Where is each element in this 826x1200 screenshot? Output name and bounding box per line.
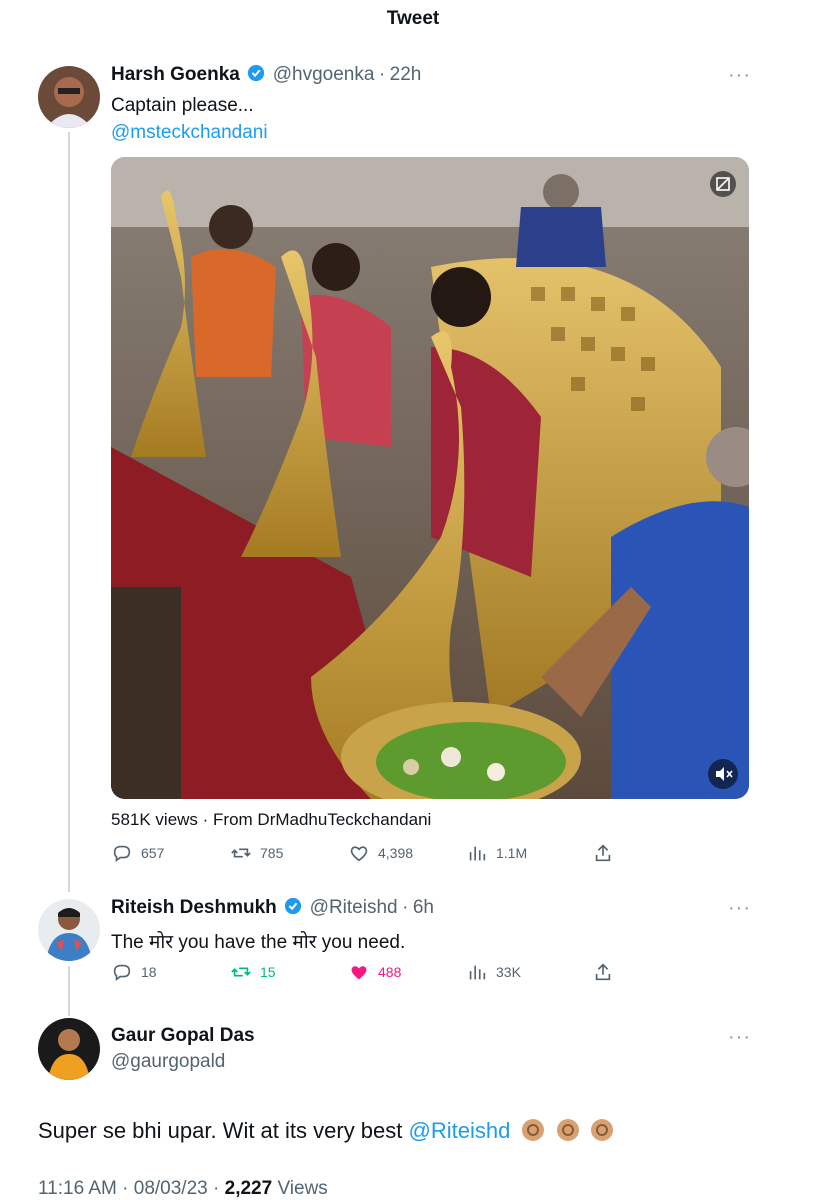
- author-name[interactable]: Riteish Deshmukh: [111, 897, 277, 918]
- reply-button[interactable]: 18: [111, 961, 157, 983]
- tweet-text: Super se bhi upar. Wit at its very best: [38, 1118, 403, 1143]
- thread-line-2: [68, 966, 70, 1016]
- tweet-time[interactable]: 22h: [390, 64, 422, 85]
- like-icon: [351, 966, 367, 980]
- retweet-button[interactable]: 15: [230, 961, 276, 983]
- mention-link[interactable]: @msteckchandani: [111, 122, 268, 144]
- views-icon: [469, 965, 486, 980]
- verified-icon: [284, 897, 302, 915]
- page-title: Tweet: [386, 8, 440, 29]
- views-count: 2,227: [224, 1178, 273, 1199]
- reply-count: 18: [141, 964, 157, 980]
- tweet-meta: 11:16 AM · 08/03/23 · 2,227 Views: [38, 1178, 328, 1200]
- retweet-count: 785: [260, 845, 284, 861]
- verified-icon: [247, 64, 265, 82]
- thread-line: [68, 132, 70, 892]
- separator: ·: [213, 1178, 220, 1199]
- share-button[interactable]: [592, 842, 614, 864]
- media-badge-icon[interactable]: [710, 171, 736, 197]
- ok-hand-emoji-icon: [556, 1119, 579, 1141]
- like-button[interactable]: 488: [348, 961, 401, 983]
- tweet1-header: Harsh Goenka @hvgoenka · 22h: [111, 64, 421, 86]
- separator: ·: [122, 1178, 129, 1199]
- views-count: 1.1M: [496, 845, 528, 861]
- ok-hand-emoji-icon: [522, 1119, 545, 1141]
- like-count: 4,398: [378, 845, 414, 861]
- views-icon: [469, 846, 486, 861]
- views-button[interactable]: 33K: [466, 961, 521, 983]
- retweet-icon: [231, 848, 251, 858]
- reply-icon: [113, 964, 131, 981]
- tweet-date[interactable]: 08/03/23: [134, 1178, 208, 1199]
- retweet-count: 15: [260, 964, 276, 980]
- share-icon: [595, 844, 611, 862]
- tweet-time[interactable]: 6h: [413, 897, 434, 918]
- tweet-time[interactable]: 11:16 AM: [38, 1178, 117, 1199]
- tweet-text-row: Super se bhi upar. Wit at its very best …: [38, 1118, 613, 1144]
- author-name[interactable]: Harsh Goenka: [111, 64, 240, 85]
- views-button[interactable]: 1.1M: [466, 842, 527, 864]
- author-handle[interactable]: @gaurgopald: [111, 1051, 225, 1073]
- views-label: Views: [277, 1178, 328, 1199]
- reply-icon: [113, 845, 131, 862]
- ok-hand-emoji-icon: [590, 1119, 613, 1141]
- like-button[interactable]: 4,398: [348, 842, 413, 864]
- more-icon[interactable]: ···: [728, 1026, 751, 1049]
- tweet-text: The मोर you have the मोर you need.: [111, 932, 406, 953]
- author-handle[interactable]: @hvgoenka: [273, 64, 375, 85]
- like-icon: [350, 846, 368, 862]
- share-button[interactable]: [592, 961, 614, 983]
- reply-button[interactable]: 657: [111, 842, 164, 864]
- more-icon[interactable]: ···: [728, 64, 751, 87]
- tweet-media-video[interactable]: [111, 157, 749, 799]
- retweet-icon: [231, 967, 251, 977]
- author-handle[interactable]: @Riteishd: [310, 897, 398, 918]
- share-icon: [595, 963, 611, 981]
- author-name[interactable]: Gaur Gopal Das: [111, 1025, 255, 1047]
- separator: ·: [378, 64, 386, 85]
- like-count: 488: [378, 964, 402, 980]
- views-count: 33K: [496, 964, 521, 980]
- avatar-gaur-gopal-das[interactable]: [38, 1018, 100, 1080]
- more-icon[interactable]: ···: [728, 897, 751, 920]
- tweet-text: Captain please...: [111, 95, 254, 116]
- retweet-button[interactable]: 785: [230, 842, 283, 864]
- tweet2-header: Riteish Deshmukh @Riteishd · 6h: [111, 897, 434, 919]
- mute-icon[interactable]: [708, 759, 738, 789]
- views-source-line: 581K views · From DrMadhuTeckchandani: [111, 810, 432, 829]
- reply-count: 657: [141, 845, 165, 861]
- avatar-harsh-goenka[interactable]: [38, 66, 100, 128]
- avatar-riteish-deshmukh[interactable]: [38, 899, 100, 961]
- mention-link[interactable]: @Riteishd: [409, 1118, 511, 1143]
- separator: ·: [402, 897, 409, 918]
